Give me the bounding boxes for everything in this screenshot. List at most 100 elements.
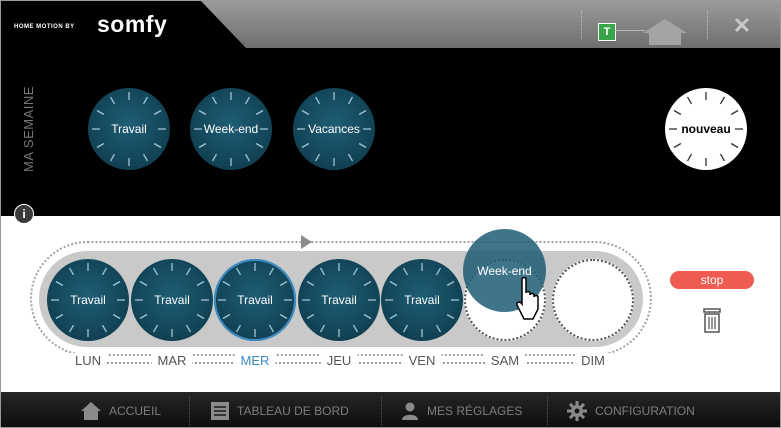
day-dial-jeu[interactable]: Travail xyxy=(298,259,380,341)
dial-tick xyxy=(301,142,310,149)
close-icon[interactable]: ✕ xyxy=(731,15,753,37)
dial-tick xyxy=(314,96,321,105)
template-label: Vacances xyxy=(308,122,360,136)
template-dial-week-end[interactable]: Week-end xyxy=(190,88,272,170)
day-label-mer: MER xyxy=(234,353,276,368)
day-label-mar: MAR xyxy=(151,353,193,368)
dial-tick xyxy=(235,267,242,276)
dial-tick xyxy=(301,109,310,116)
dial-tick xyxy=(255,109,264,116)
dial-tick xyxy=(139,313,148,320)
dial-tick xyxy=(686,96,693,105)
dial-tick xyxy=(244,153,251,162)
dial-tick xyxy=(235,324,242,333)
day-label-sam: SAM xyxy=(484,353,526,368)
dial-tick xyxy=(306,313,315,320)
info-icon[interactable]: i xyxy=(14,204,34,224)
dial-tick xyxy=(142,96,149,105)
pointer-cursor-icon xyxy=(516,277,539,320)
dial-tick xyxy=(96,109,105,116)
day-program-label: Travail xyxy=(70,293,106,307)
dial-tick xyxy=(198,109,207,116)
dial-tick xyxy=(268,267,275,276)
nav-item-tableau-de-bord[interactable]: TABLEAU DE BORD xyxy=(211,392,349,427)
nav-label: CONFIGURATION xyxy=(595,403,695,418)
day-dial-ven[interactable]: Travail xyxy=(381,259,463,341)
dial-tick xyxy=(96,142,105,149)
dial-tick xyxy=(112,313,121,320)
dial-tick xyxy=(198,142,207,149)
day-dial-mer[interactable]: Travail xyxy=(214,259,296,341)
brand-prefix: HOME MOTION BY xyxy=(14,24,75,30)
dial-tick xyxy=(109,96,116,105)
gear-icon xyxy=(567,400,587,421)
header-divider xyxy=(707,11,709,39)
nav-label: MES RÉGLAGES xyxy=(427,403,523,418)
nav-divider xyxy=(381,396,383,425)
dial-tick xyxy=(319,324,326,333)
day-program-label: Travail xyxy=(404,293,440,307)
dial-tick xyxy=(55,280,64,287)
header-divider xyxy=(581,11,583,39)
dial-tick xyxy=(347,153,354,162)
dial-tick xyxy=(109,153,116,162)
day-dial-lun[interactable]: Travail xyxy=(47,259,129,341)
home-icon[interactable] xyxy=(643,19,687,45)
dial-tick xyxy=(314,153,321,162)
dashboard-icon xyxy=(211,401,229,420)
dragging-dial-label: Week-end xyxy=(477,264,532,278)
home-icon xyxy=(81,401,101,420)
day-dial-mar[interactable]: Travail xyxy=(131,259,213,341)
week-templates-panel: MA SEMAINE Travail Week-end Vacances nou… xyxy=(1,48,780,216)
dial-tick xyxy=(673,109,682,116)
dial-tick xyxy=(363,313,372,320)
connector-line xyxy=(615,30,645,31)
dial-tick xyxy=(68,267,75,276)
logo: HOME MOTION BY somfy xyxy=(1,1,246,48)
nav-label: TABLEAU DE BORD xyxy=(237,403,349,418)
dial-tick xyxy=(389,313,398,320)
dial-tick xyxy=(222,280,231,287)
dial-tick xyxy=(389,280,398,287)
dial-tick xyxy=(358,109,367,116)
template-dial-vacances[interactable]: Vacances xyxy=(293,88,375,170)
dial-tick xyxy=(244,96,251,105)
new-template-dial[interactable]: nouveau xyxy=(665,88,747,170)
dial-tick xyxy=(196,313,205,320)
nav-item-accueil[interactable]: ACCUEIL xyxy=(81,392,161,427)
dial-tick xyxy=(68,324,75,333)
bottom-navigation: ACCUEIL TABLEAU DE BORD MES RÉGLAGES CON… xyxy=(1,392,780,427)
day-program-label: Travail xyxy=(154,293,190,307)
template-label: Travail xyxy=(111,122,147,136)
day-slot-dim[interactable] xyxy=(552,259,634,341)
t-mode-button[interactable]: T xyxy=(598,23,616,41)
dial-tick xyxy=(347,96,354,105)
dial-tick xyxy=(222,313,231,320)
day-label-jeu: JEU xyxy=(320,353,358,368)
dial-tick xyxy=(352,267,359,276)
dial-tick xyxy=(255,142,264,149)
day-label-ven: VEN xyxy=(402,353,442,368)
dial-tick xyxy=(112,280,121,287)
dial-tick xyxy=(446,280,455,287)
panel-title: MA SEMAINE xyxy=(21,86,36,172)
dial-tick xyxy=(55,313,64,320)
dial-tick xyxy=(279,313,288,320)
app-window: HOME MOTION BY somfy T ✕ MA SEMAINE Trav… xyxy=(0,0,781,428)
dial-tick xyxy=(185,267,192,276)
dial-tick xyxy=(142,153,149,162)
template-label: Week-end xyxy=(203,122,259,136)
dial-tick xyxy=(153,142,162,149)
trash-icon[interactable] xyxy=(702,308,722,334)
nav-item-configuration[interactable]: CONFIGURATION xyxy=(567,392,695,427)
nav-divider xyxy=(547,396,549,425)
dial-tick xyxy=(153,109,162,116)
dial-tick xyxy=(306,280,315,287)
nav-item-mes-reglages[interactable]: MES RÉGLAGES xyxy=(401,392,523,427)
dial-tick xyxy=(139,280,148,287)
template-dial-travail[interactable]: Travail xyxy=(88,88,170,170)
header-bar: HOME MOTION BY somfy T ✕ xyxy=(1,1,780,48)
dial-tick xyxy=(673,142,682,149)
dial-tick xyxy=(279,280,288,287)
stop-button[interactable]: stop xyxy=(670,271,754,289)
